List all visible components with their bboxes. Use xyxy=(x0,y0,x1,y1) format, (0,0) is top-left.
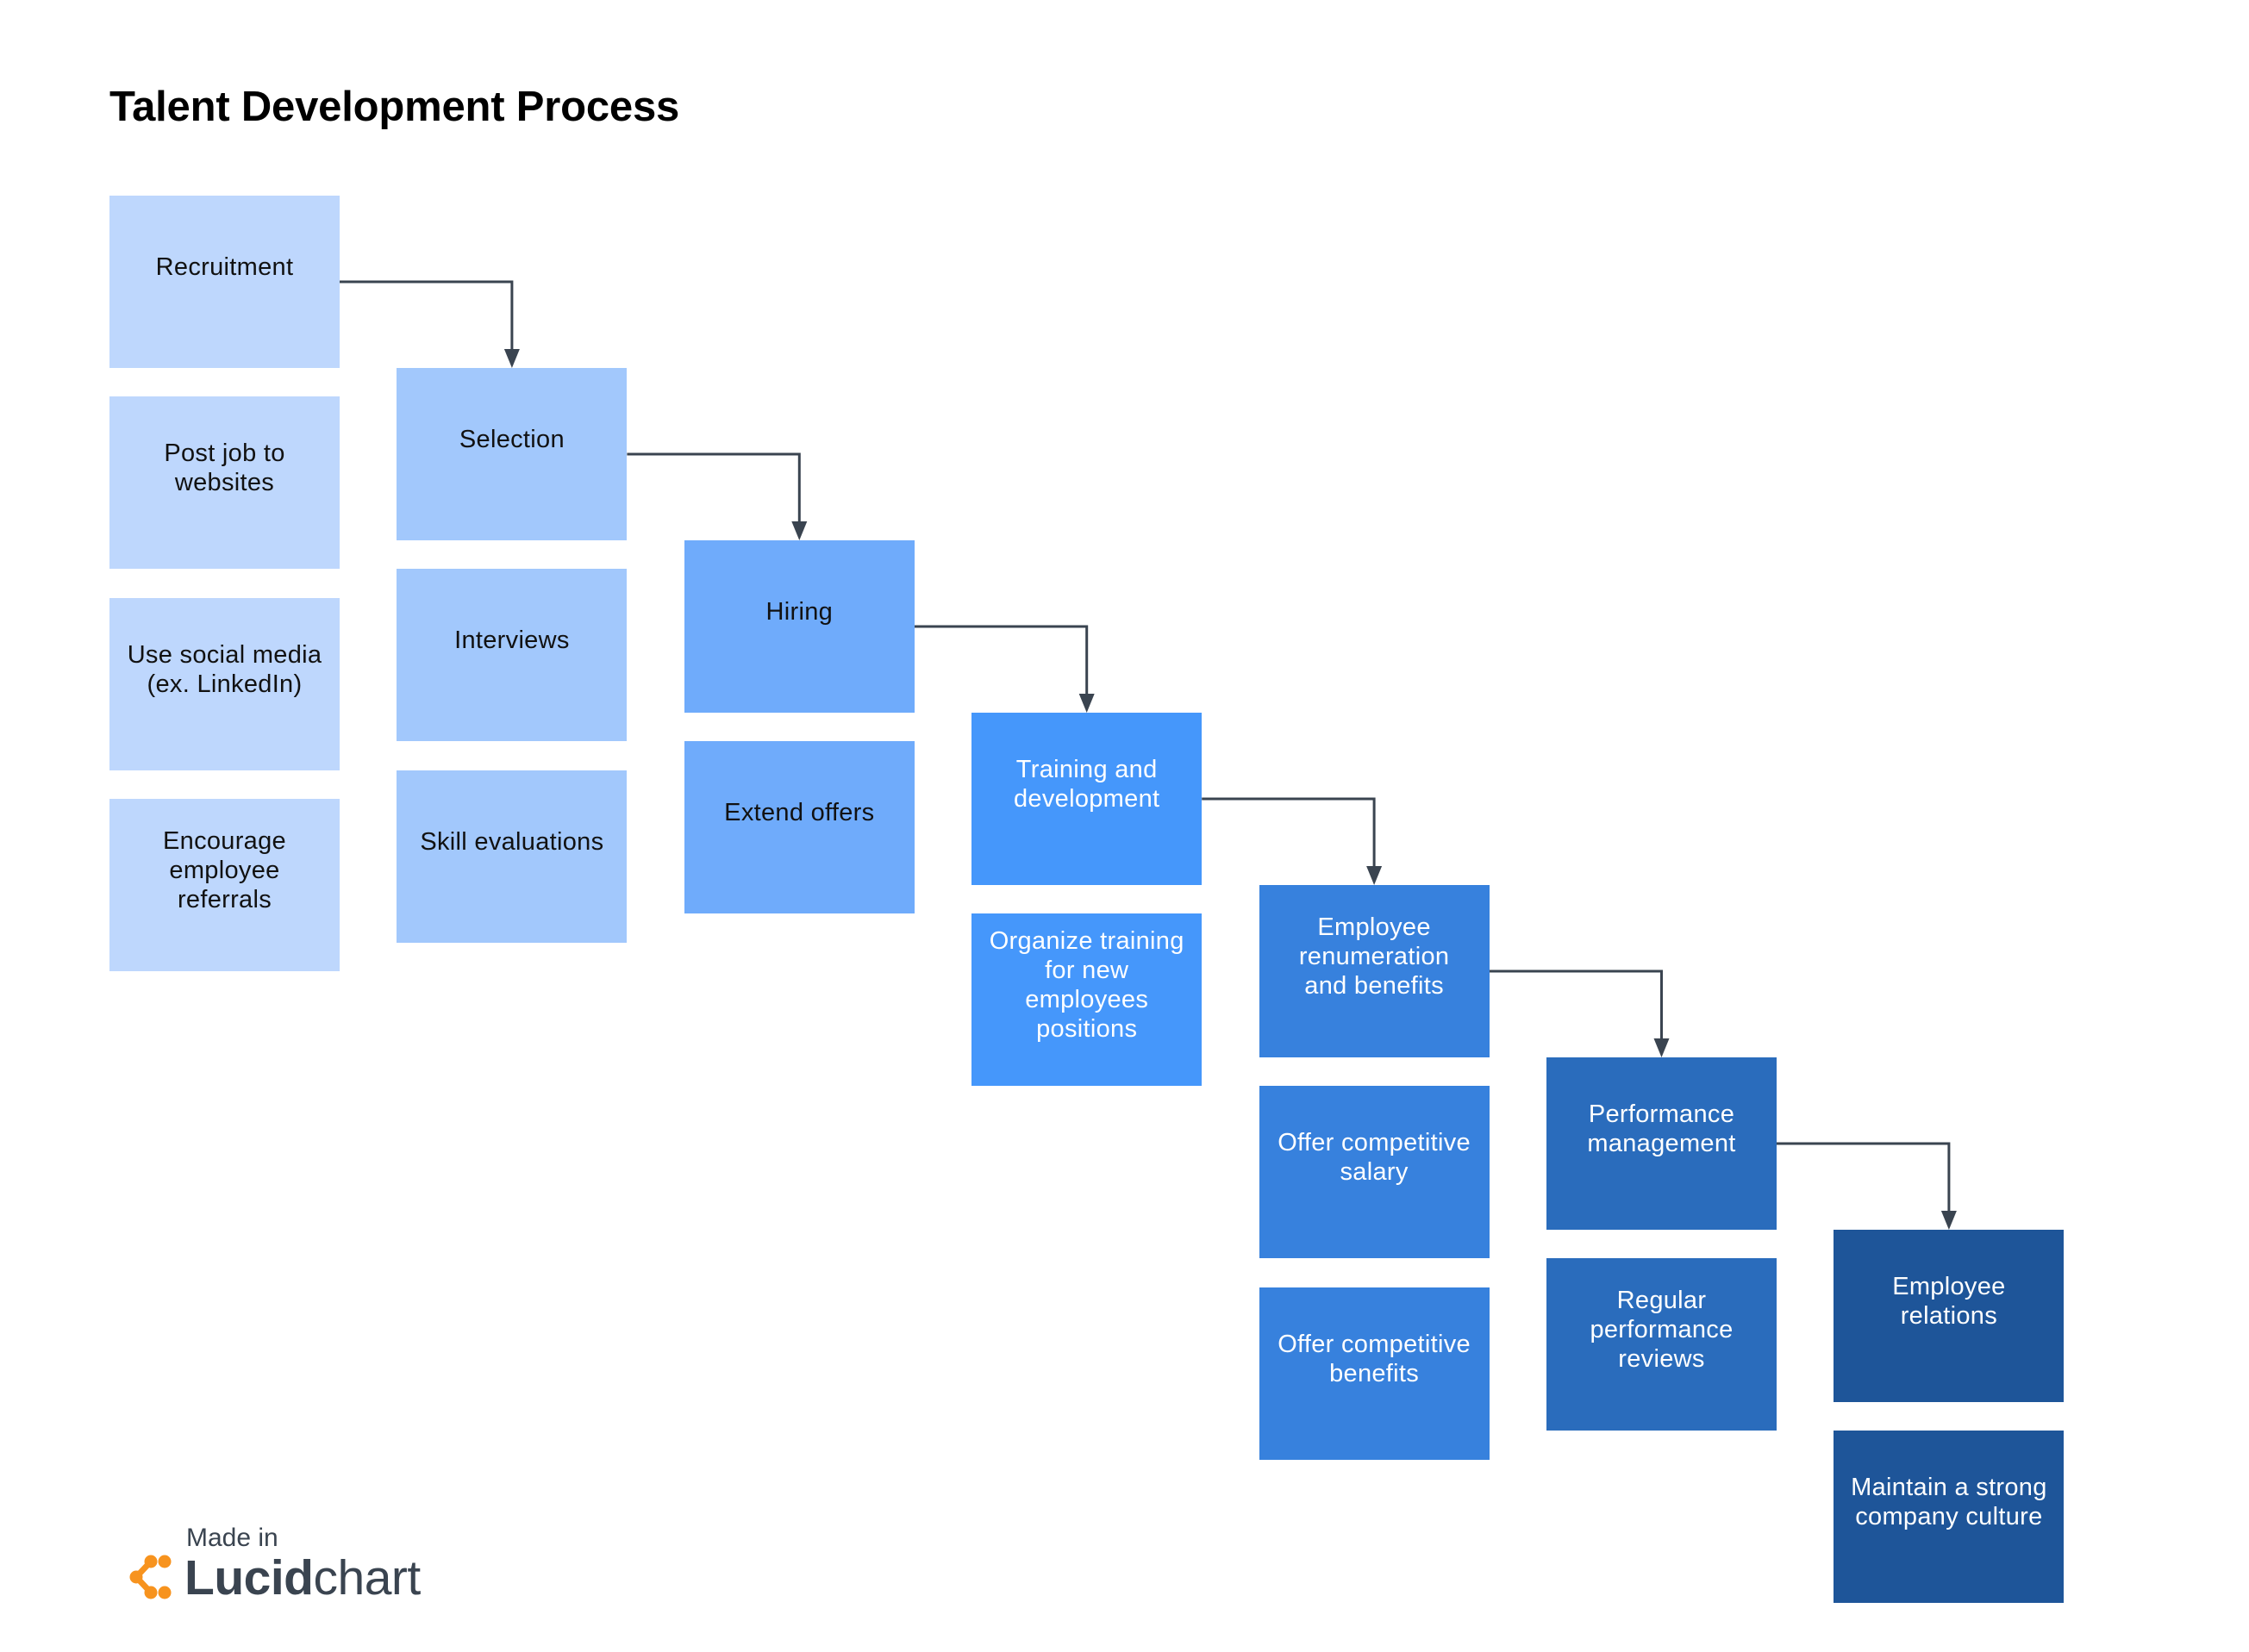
step-use-social-media-ex-linkedin-label: Use social media (ex. LinkedIn) xyxy=(127,640,322,698)
stage-training-and-development-label: Training and development xyxy=(1014,756,1160,813)
stage-employee-renumeration-and-benefits-label: Employee renumeration and benefits xyxy=(1298,913,1450,1000)
step-extend-offers[interactable]: Extend offers xyxy=(684,741,915,914)
page-title: Talent Development Process xyxy=(109,84,680,130)
connector-arrow xyxy=(914,625,1095,713)
stage-employee-renumeration-and-benefits[interactable]: Employee renumeration and benefits xyxy=(1259,885,1490,1057)
connector-arrow xyxy=(627,452,808,540)
arrowhead-icon xyxy=(1366,866,1383,885)
stage-hiring[interactable]: Hiring xyxy=(684,540,915,713)
stage-hiring-label: Hiring xyxy=(765,598,834,626)
stage-selection-label: Selection xyxy=(459,426,565,453)
arrowhead-icon xyxy=(503,349,520,368)
lucidchart-wordmark: Lucidchart xyxy=(184,1549,421,1606)
step-interviews-label: Interviews xyxy=(454,627,570,655)
step-regular-performance-reviews[interactable]: Regular performance reviews xyxy=(1546,1258,1777,1431)
step-interviews[interactable]: Interviews xyxy=(397,569,628,742)
step-skill-evaluations[interactable]: Skill evaluations xyxy=(397,770,628,943)
stage-employee-relations[interactable]: Employee relations xyxy=(1834,1230,2065,1402)
step-organize-training-for-new-employees-positions-label: Organize training for new employees posi… xyxy=(989,927,1184,1044)
step-skill-evaluations-label: Skill evaluations xyxy=(420,827,604,856)
lucid-dots-icon xyxy=(129,1555,172,1599)
lucidchart-logo: Made in Lucidchart xyxy=(129,1524,422,1610)
connector-line xyxy=(914,625,1089,695)
made-in-label: Made in xyxy=(186,1524,278,1552)
stage-performance-management-label: Performance management xyxy=(1587,1100,1736,1157)
step-offer-competitive-salary-label: Offer competitive salary xyxy=(1278,1129,1471,1187)
step-regular-performance-reviews-label: Regular performance reviews xyxy=(1590,1287,1734,1374)
arrowhead-icon xyxy=(1078,694,1095,713)
step-offer-competitive-benefits-label: Offer competitive benefits xyxy=(1278,1330,1471,1387)
stage-selection[interactable]: Selection xyxy=(397,368,628,540)
connector-arrow xyxy=(340,280,520,368)
step-encourage-employee-referrals-label: Encourage employee referrals xyxy=(163,826,286,913)
step-offer-competitive-benefits[interactable]: Offer competitive benefits xyxy=(1259,1287,1490,1460)
step-use-social-media-ex-linkedin[interactable]: Use social media (ex. LinkedIn) xyxy=(109,597,340,770)
step-post-job-to-websites[interactable]: Post job to websites xyxy=(109,396,340,570)
step-organize-training-for-new-employees-positions[interactable]: Organize training for new employees posi… xyxy=(971,913,1203,1087)
connector-line xyxy=(1777,1142,1951,1213)
step-maintain-a-strong-company-culture[interactable]: Maintain a strong company culture xyxy=(1834,1431,2065,1604)
connector-line xyxy=(1489,969,1663,1040)
stage-training-and-development[interactable]: Training and development xyxy=(971,713,1203,885)
connector-arrow xyxy=(1202,797,1383,885)
arrowhead-icon xyxy=(1940,1211,1957,1230)
step-encourage-employee-referrals[interactable]: Encourage employee referrals xyxy=(109,798,340,971)
stage-recruitment-label: Recruitment xyxy=(155,253,294,281)
step-maintain-a-strong-company-culture-label: Maintain a strong company culture xyxy=(1851,1474,2047,1531)
stage-employee-relations-label: Employee relations xyxy=(1892,1273,2006,1330)
stage-performance-management[interactable]: Performance management xyxy=(1546,1057,1777,1230)
stage-recruitment[interactable]: Recruitment xyxy=(109,196,340,368)
step-post-job-to-websites-label: Post job to websites xyxy=(164,439,285,497)
connector-arrow xyxy=(1489,969,1670,1057)
step-offer-competitive-salary[interactable]: Offer competitive salary xyxy=(1259,1086,1490,1259)
connector-line xyxy=(1202,797,1376,868)
connector-arrow xyxy=(1777,1142,1957,1230)
step-extend-offers-label: Extend offers xyxy=(724,799,875,827)
brand-light: chart xyxy=(313,1550,422,1605)
arrowhead-icon xyxy=(791,521,808,540)
connector-line xyxy=(627,452,801,523)
arrowhead-icon xyxy=(1653,1038,1670,1057)
brand-bold: Lucid xyxy=(184,1550,314,1605)
connector-line xyxy=(340,280,514,351)
